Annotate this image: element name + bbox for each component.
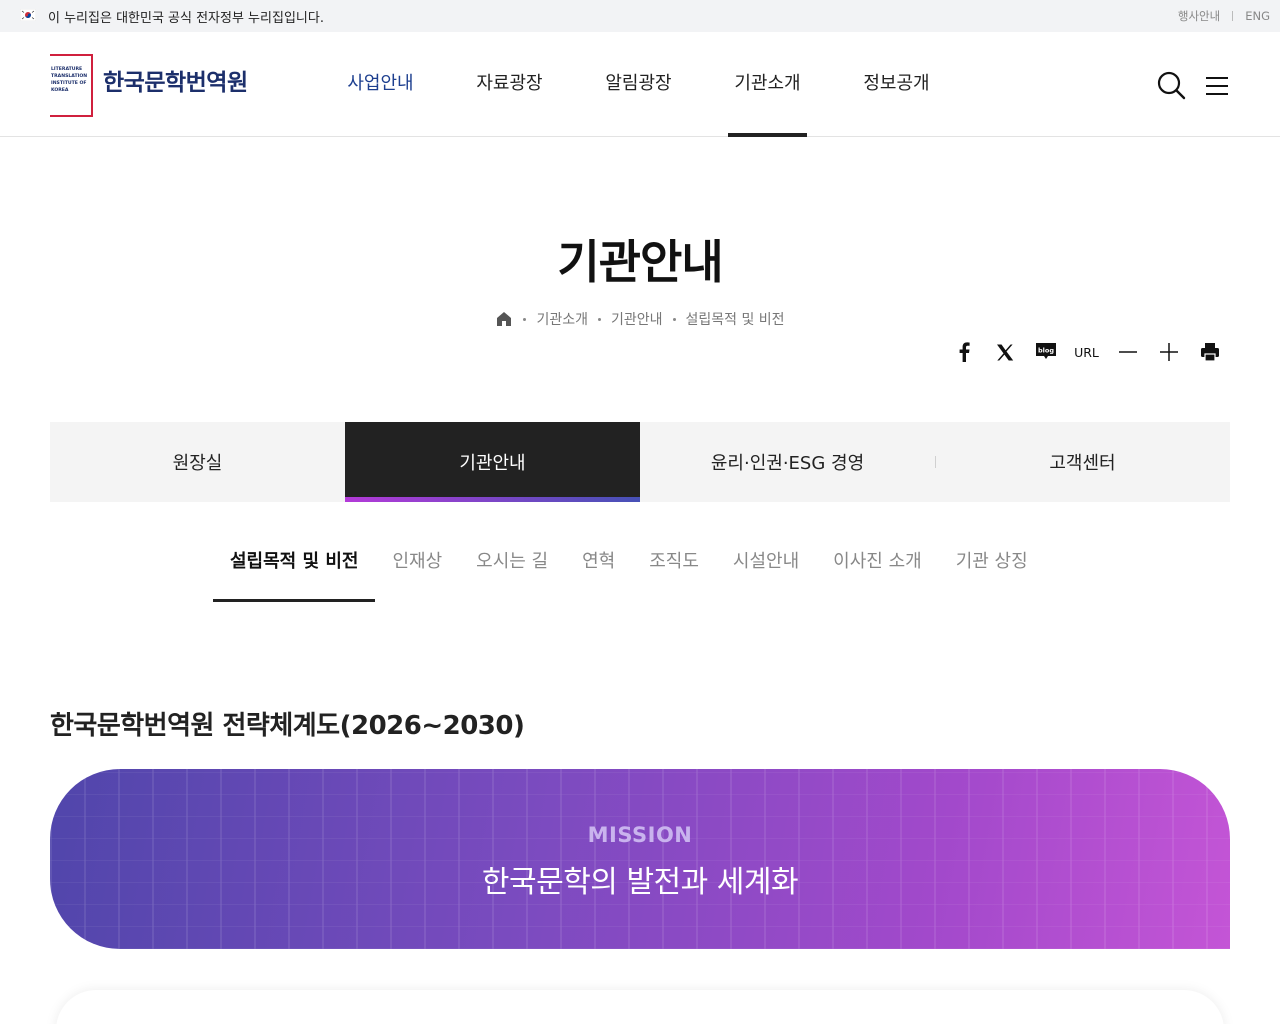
breadcrumb-item-about[interactable]: 기관소개 bbox=[536, 309, 588, 329]
subtab-facilities[interactable]: 시설안내 bbox=[716, 522, 816, 602]
gnb-item-notice[interactable]: 알림광장 bbox=[574, 32, 703, 136]
main-nav: 사업안내 자료광장 알림광장 기관소개 정보공개 bbox=[316, 32, 961, 137]
blog-share-button[interactable]: blog bbox=[1025, 334, 1066, 370]
share-tools: blog URL bbox=[943, 334, 1230, 370]
gov-banner: 이 누리집은 대한민국 공식 전자정부 누리집입니다. 행사안내 ENG bbox=[0, 0, 1280, 32]
logo-mark-text-2: TRANSLATION bbox=[51, 73, 87, 79]
facebook-icon bbox=[959, 342, 970, 362]
zoom-in-button[interactable] bbox=[1148, 334, 1189, 370]
hamburger-menu-icon[interactable] bbox=[1204, 74, 1230, 98]
facebook-share-button[interactable] bbox=[943, 334, 984, 370]
breadcrumb-separator bbox=[597, 317, 601, 321]
url-copy-button[interactable]: URL bbox=[1066, 334, 1107, 370]
gov-banner-text: 이 누리집은 대한민국 공식 전자정부 누리집입니다. bbox=[48, 11, 324, 26]
vision-card bbox=[56, 990, 1224, 1024]
event-link[interactable]: 행사안내 bbox=[1178, 8, 1220, 24]
gnb-item-disclosure[interactable]: 정보공개 bbox=[832, 32, 961, 136]
logo-text[interactable]: 한국문학번역원 bbox=[103, 63, 248, 97]
zoom-in-icon bbox=[1159, 343, 1178, 361]
subtab-history[interactable]: 연혁 bbox=[565, 522, 632, 602]
blog-icon: blog bbox=[1035, 343, 1056, 359]
mission-label: MISSION bbox=[587, 823, 693, 847]
home-icon[interactable] bbox=[495, 310, 513, 328]
section-tabs: 원장실 기관안내 윤리·인권·ESG 경영 고객센터 bbox=[50, 422, 1230, 502]
subtab-organization[interactable]: 조직도 bbox=[632, 522, 716, 602]
divider bbox=[1232, 11, 1234, 21]
logo-mark-text-4: KOREA bbox=[51, 87, 69, 93]
breadcrumb-item-guide[interactable]: 기관안내 bbox=[611, 309, 663, 329]
breadcrumb: 기관소개 기관안내 설립목적 및 비전 bbox=[0, 309, 1280, 329]
x-share-button[interactable] bbox=[984, 334, 1025, 370]
blog-icon-label: blog bbox=[1038, 347, 1054, 355]
breadcrumb-separator bbox=[672, 317, 676, 321]
tab-customer-center[interactable]: 고객센터 bbox=[935, 422, 1230, 502]
subtab-board[interactable]: 이사진 소개 bbox=[816, 522, 939, 602]
mission-text: 한국문학의 발전과 세계화 bbox=[481, 865, 799, 900]
english-link[interactable]: ENG bbox=[1245, 9, 1270, 23]
korea-flag-icon bbox=[20, 9, 36, 21]
zoom-out-icon bbox=[1118, 351, 1137, 353]
tab-director[interactable]: 원장실 bbox=[50, 422, 345, 502]
tab-institute-guide[interactable]: 기관안내 bbox=[345, 422, 640, 502]
subtab-talent[interactable]: 인재상 bbox=[375, 522, 459, 602]
subtab-symbol[interactable]: 기관 상징 bbox=[939, 522, 1045, 602]
site-header: LITERATURE TRANSLATION INSTITUTE OF KORE… bbox=[0, 32, 1280, 137]
logo-mark-icon[interactable]: LITERATURE TRANSLATION INSTITUTE OF KORE… bbox=[49, 54, 93, 117]
mission-banner: MISSION 한국문학의 발전과 세계화 bbox=[50, 769, 1230, 949]
logo-mark-text-3: INSTITUTE OF bbox=[51, 80, 86, 86]
logo-mark-text-1: LITERATURE bbox=[51, 66, 82, 72]
section-title: 한국문학번역원 전략체계도(2026~2030) bbox=[50, 711, 525, 741]
gnb-item-business[interactable]: 사업안내 bbox=[316, 32, 445, 136]
print-button[interactable] bbox=[1189, 334, 1230, 370]
x-twitter-icon bbox=[996, 344, 1013, 360]
zoom-out-button[interactable] bbox=[1107, 334, 1148, 370]
search-icon[interactable] bbox=[1156, 70, 1186, 100]
breadcrumb-separator bbox=[523, 317, 527, 321]
sub-tabs: 설립목적 및 비전 인재상 오시는 길 연혁 조직도 시설안내 이사진 소개 기… bbox=[213, 522, 1045, 602]
subtab-purpose-vision[interactable]: 설립목적 및 비전 bbox=[213, 522, 376, 602]
utility-links: 행사안내 ENG bbox=[1178, 8, 1270, 24]
breadcrumb-item-current: 설립목적 및 비전 bbox=[685, 312, 785, 328]
gnb-item-about[interactable]: 기관소개 bbox=[703, 32, 832, 137]
page-title: 기관안내 bbox=[557, 235, 723, 289]
tab-ethics-esg[interactable]: 윤리·인권·ESG 경영 bbox=[640, 422, 935, 502]
print-icon bbox=[1200, 343, 1219, 362]
gnb-item-resources[interactable]: 자료광장 bbox=[445, 32, 574, 136]
subtab-directions[interactable]: 오시는 길 bbox=[459, 522, 565, 602]
